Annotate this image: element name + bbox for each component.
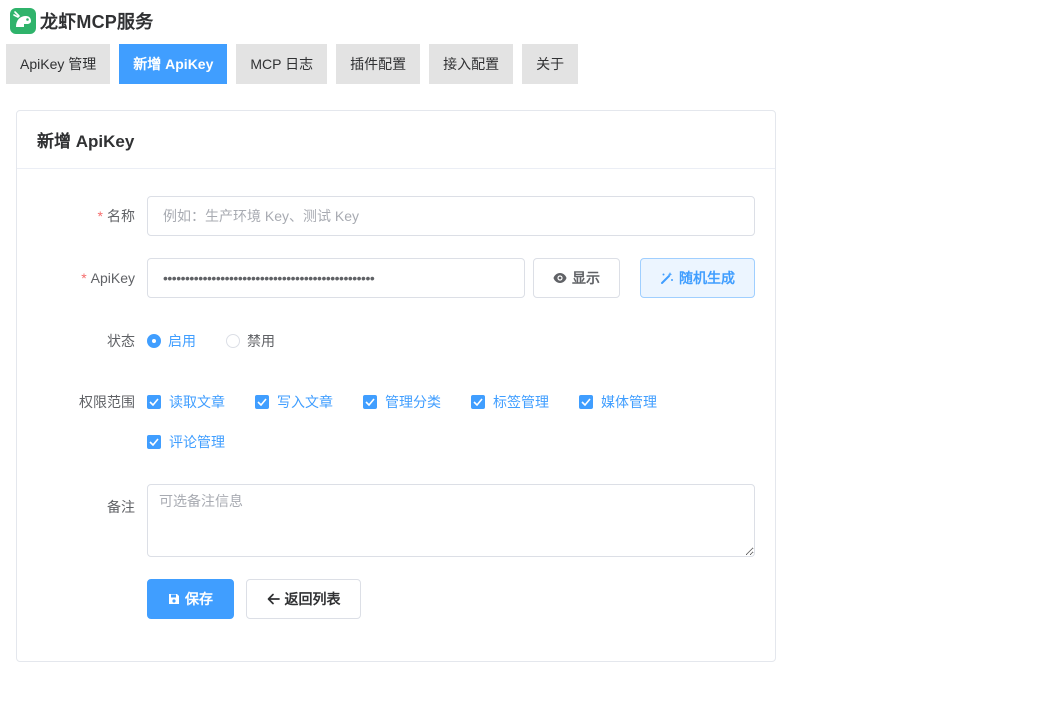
tab-about[interactable]: 关于 [522,44,579,84]
remark-textarea[interactable] [147,484,755,557]
tab-plugin-config[interactable]: 插件配置 [336,44,421,84]
tab-access-config[interactable]: 接入配置 [429,44,514,84]
status-label: 状态 [107,333,135,349]
save-button[interactable]: 保存 [147,579,234,619]
scope-comment-management-checkbox[interactable]: 评论管理 [147,434,255,450]
checkbox-checked-icon [363,395,377,409]
status-disabled-radio[interactable]: 禁用 [226,331,275,351]
checkbox-checked-icon [255,395,269,409]
form-row-scopes: 权限范围 读取文章 写入文章 管理分类 标签管理 媒体管理 评论管理 [17,394,747,450]
checkbox-checked-icon [147,395,161,409]
save-icon [169,594,179,604]
scopes-checkbox-group: 读取文章 写入文章 管理分类 标签管理 媒体管理 评论管理 [147,394,747,450]
random-generate-button[interactable]: 随机生成 [640,258,755,298]
form-row-remark: 备注 [17,484,755,557]
arrow-left-icon [267,593,280,605]
tab-apikey-manage[interactable]: ApiKey 管理 [6,44,111,84]
name-label: * 名称 [97,208,135,224]
tab-new-apikey[interactable]: 新增 ApiKey [119,44,228,84]
app-title: 龙虾MCP服务 [40,12,154,32]
form-row-apikey: *ApiKey 显示 随机生成 [17,258,755,298]
remark-label: 备注 [107,499,135,515]
app-header: 龙虾MCP服务 [10,8,153,34]
scope-media-management-checkbox[interactable]: 媒体管理 [579,394,687,410]
required-mark: * [97,208,103,224]
apikey-input[interactable] [147,258,525,298]
magic-wand-icon [661,272,673,284]
scope-tag-management-checkbox[interactable]: 标签管理 [471,394,579,410]
tab-mcp-log[interactable]: MCP 日志 [236,44,328,84]
form-row-status: 状态 启用 禁用 [17,331,305,351]
apikey-label: * ApiKey [81,270,135,286]
name-input[interactable] [147,196,755,236]
form-actions: 保存 返回列表 [147,579,361,619]
main-tabs: ApiKey 管理 新增 ApiKey MCP 日志 插件配置 接入配置 关于 [6,44,579,84]
required-mark: * [81,270,87,286]
checkbox-checked-icon [147,435,161,449]
form-row-name: * 名称 [17,196,755,236]
new-apikey-card: 新增 ApiKey *名称 *ApiKey 显示 [16,110,776,662]
status-enabled-radio[interactable]: 启用 [147,331,196,351]
eye-icon [553,273,567,283]
show-apikey-button[interactable]: 显示 [533,258,620,298]
scope-manage-categories-checkbox[interactable]: 管理分类 [363,394,471,410]
lobster-logo-icon [10,8,36,34]
back-to-list-button[interactable]: 返回列表 [246,579,361,619]
checkbox-checked-icon [579,395,593,409]
scope-write-articles-checkbox[interactable]: 写入文章 [255,394,363,410]
radio-indicator [147,334,161,348]
checkbox-checked-icon [471,395,485,409]
scope-read-articles-checkbox[interactable]: 读取文章 [147,394,255,410]
card-title: 新增 ApiKey [37,132,135,151]
scopes-label: 权限范围 [79,394,135,410]
radio-indicator [226,334,240,348]
card-header: 新增 ApiKey [17,111,775,169]
